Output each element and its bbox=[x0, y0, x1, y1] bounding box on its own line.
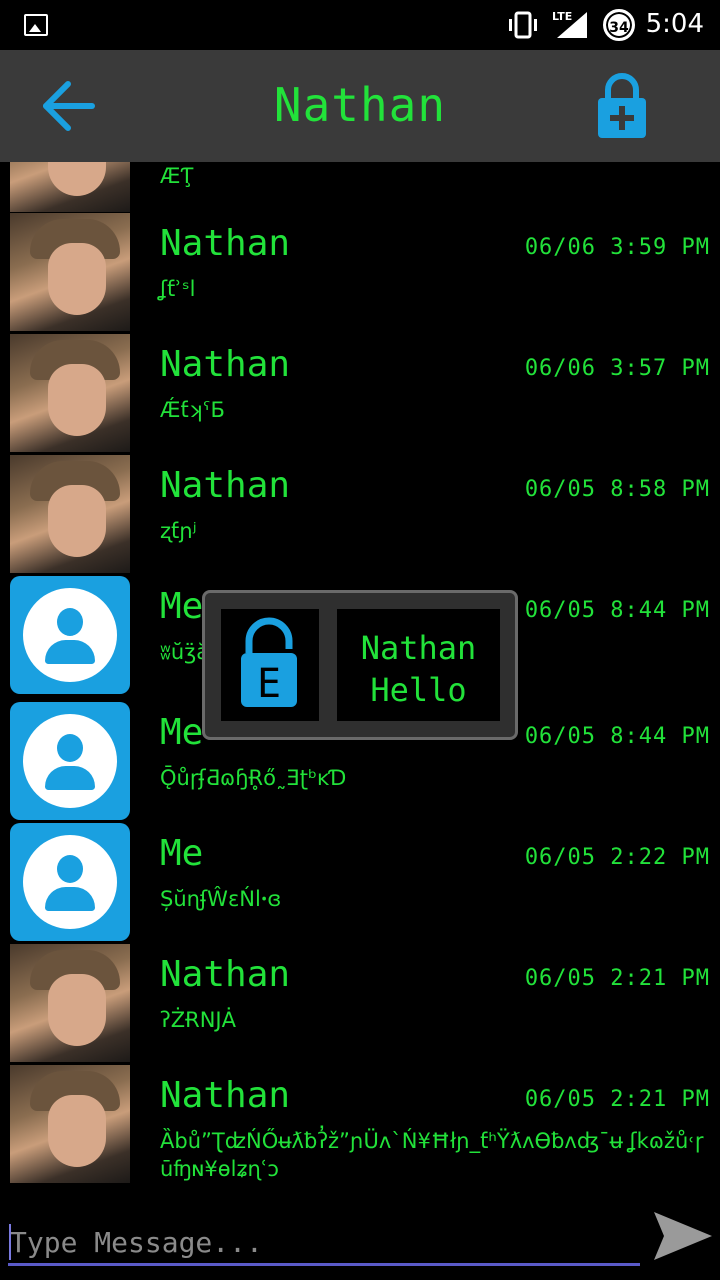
message-text: ʆƭʾˢl bbox=[160, 277, 196, 301]
message-sender: Nathan bbox=[160, 344, 291, 385]
list-item[interactable]: Me 06/05 2:22 PM ȘŭɳʄŴɛŃlꞏɞ bbox=[0, 823, 720, 944]
message-sender: Nathan bbox=[160, 223, 291, 264]
message-text: ǼƭʞˁБ bbox=[160, 398, 225, 422]
message-sender: Me bbox=[160, 586, 204, 627]
message-sender: Me bbox=[160, 833, 204, 874]
message-time: 06/06 3:57 PM bbox=[524, 356, 710, 381]
popup-text-box: Nathan Hello bbox=[337, 609, 500, 721]
message-time: 06/05 2:22 PM bbox=[524, 845, 710, 870]
message-sender: Nathan bbox=[160, 465, 291, 506]
avatar bbox=[10, 702, 130, 820]
status-bar: LTE 34 5:04 bbox=[0, 0, 720, 50]
lock-plus-icon[interactable] bbox=[594, 72, 650, 140]
avatar bbox=[10, 576, 130, 694]
popup-icon-box: E bbox=[221, 609, 319, 721]
message-sender: Nathan bbox=[160, 954, 291, 995]
avatar bbox=[10, 213, 130, 331]
app-toolbar: Nathan bbox=[0, 50, 720, 162]
message-time: 06/05 2:21 PM bbox=[524, 966, 710, 991]
list-item[interactable]: ÆƬ̧ bbox=[0, 162, 720, 212]
person-icon bbox=[23, 588, 117, 682]
message-text: ʐƭɲʲ bbox=[160, 519, 197, 543]
message-time: 06/05 8:44 PM bbox=[524, 598, 710, 623]
avatar bbox=[10, 162, 130, 212]
avatar bbox=[10, 823, 130, 941]
message-sender: Me bbox=[160, 712, 204, 753]
decrypted-message-popup[interactable]: E Nathan Hello bbox=[202, 590, 518, 740]
message-input[interactable] bbox=[8, 1222, 640, 1266]
list-item[interactable]: Nathan 06/05 2:21 PM ʔŻɌNJȦ bbox=[0, 944, 720, 1065]
popup-sender: Nathan bbox=[360, 629, 477, 667]
message-time: 06/05 8:44 PM bbox=[524, 724, 710, 749]
vibrate-icon bbox=[509, 11, 537, 39]
message-time: 06/05 2:21 PM bbox=[524, 1087, 710, 1112]
avatar bbox=[10, 944, 130, 1062]
avatar bbox=[10, 1065, 130, 1183]
list-item[interactable]: Nathan 06/06 3:59 PM ʆƭʾˢl bbox=[0, 213, 720, 334]
text-caret bbox=[9, 1224, 11, 1260]
popup-message: Hello bbox=[370, 671, 467, 709]
send-icon[interactable] bbox=[650, 1208, 716, 1264]
message-text: ǬůɼʄƋɷɧɌ̥ő˷ƎʈᵇĸƊ bbox=[160, 766, 347, 790]
message-text: ʔŻɌNJȦ bbox=[160, 1008, 236, 1032]
status-time: 5:04 bbox=[645, 9, 704, 39]
list-item[interactable]: Nathan 06/06 3:57 PM ǼƭʞˁБ bbox=[0, 334, 720, 455]
message-text: ÆƬ̧ bbox=[160, 164, 194, 188]
list-item[interactable]: Nathan 06/05 8:58 PM ʐƭɲʲ bbox=[0, 455, 720, 576]
list-item[interactable]: Nathan 06/05 2:21 PM ȀbůˮƮʣŃŐʉƛƀʔ̓žˮɲÜʌˋ… bbox=[0, 1065, 720, 1186]
avatar bbox=[10, 455, 130, 573]
message-time: 06/06 3:59 PM bbox=[524, 235, 710, 260]
message-sender: Nathan bbox=[160, 1075, 291, 1116]
person-icon bbox=[23, 714, 117, 808]
gallery-icon bbox=[24, 14, 48, 36]
message-time: 06/05 8:58 PM bbox=[524, 477, 710, 502]
encrypt-lock-icon: E bbox=[241, 617, 297, 707]
signal-icon bbox=[557, 12, 587, 38]
person-icon bbox=[23, 835, 117, 929]
message-text: ȀbůˮƮʣŃŐʉƛƀʔ̓žˮɲÜʌˋŃ¥Ħłɲ_ƭʰŸƛʌϴƀʌʤˉʉ ʆkɷ… bbox=[160, 1129, 704, 1181]
encrypt-letter: E bbox=[257, 661, 281, 707]
message-text: ȘŭɳʄŴɛŃlꞏɞ bbox=[160, 887, 282, 911]
battery-icon: 34 bbox=[603, 9, 635, 41]
message-composer bbox=[0, 1202, 720, 1280]
avatar bbox=[10, 334, 130, 452]
